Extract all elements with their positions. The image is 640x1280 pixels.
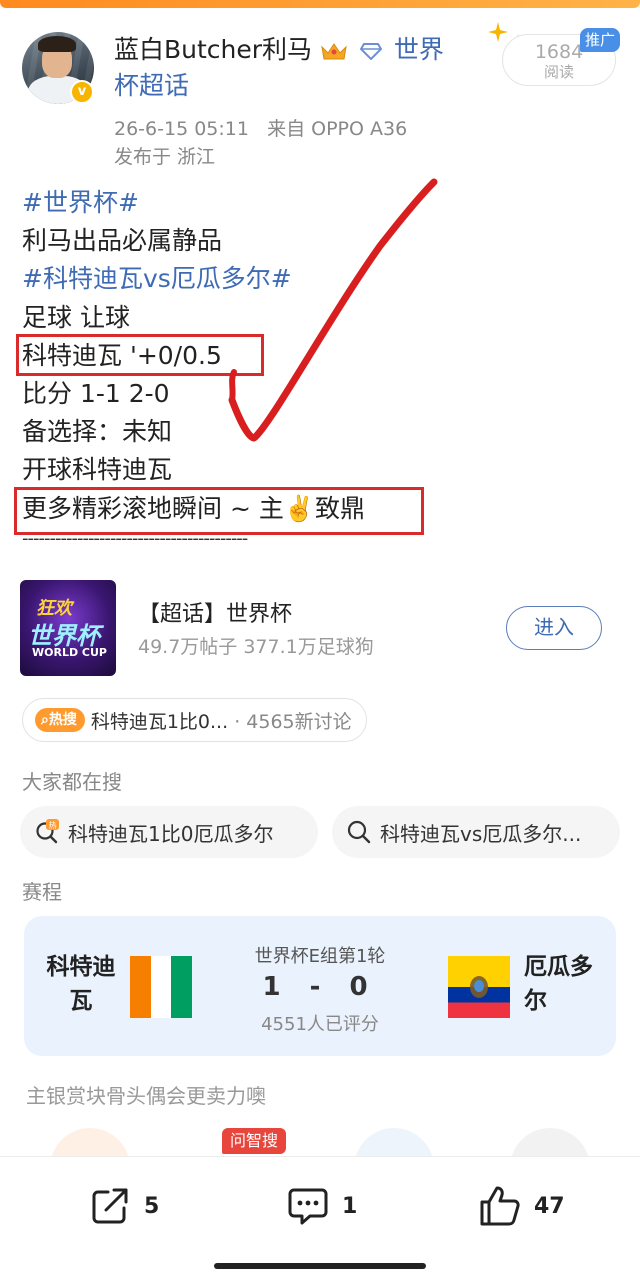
read-label: 阅读 (543, 63, 574, 81)
section-title-schedule: 赛程 (22, 880, 62, 904)
topic-thumbnail: 狂欢 世界杯 WORLD CUP (20, 580, 116, 676)
promo-badge[interactable]: 推广 (580, 28, 620, 52)
crown-icon (321, 43, 347, 60)
hot-search-icon: 热 (36, 819, 59, 844)
comment-button[interactable]: 1 (286, 1183, 357, 1229)
match-card[interactable]: 科特迪瓦 世界杯E组第1轮 1 - 0 4551人已评分 厄瓜多尔 (24, 916, 616, 1056)
highlight-box (14, 487, 424, 535)
thumb-text: WORLD CUP (32, 646, 107, 659)
top-accent-bar (0, 0, 640, 8)
wenzhi-search-tag[interactable]: 问智搜 (222, 1128, 287, 1154)
like-button[interactable]: 47 (478, 1183, 565, 1229)
match-score: 1 - 0 (262, 972, 378, 1002)
home-indicator[interactable] (214, 1263, 426, 1269)
match-round: 世界杯E组第1轮 (254, 946, 386, 967)
home-team-name: 科特迪瓦 (46, 954, 116, 1014)
svg-text:热: 热 (49, 820, 57, 830)
bottom-action-bar: 5 1 47 (0, 1156, 640, 1280)
comment-icon (288, 1188, 328, 1225)
comment-count: 1 (342, 1193, 358, 1219)
share-button[interactable]: 5 (88, 1183, 159, 1229)
hot-search-pill[interactable]: ⌕热搜 科特迪瓦1比0... · 4565新讨论 (22, 698, 367, 742)
post-meta: 26-6-15 05:11 来自 OPPO A36 (114, 114, 407, 141)
reward-prompt: 主银赏块骨头偶会更卖力噢 (26, 1084, 266, 1108)
search-icon (347, 820, 371, 844)
search-chip-label: 科特迪瓦1比0厄瓜多尔 (68, 821, 274, 846)
hot-search-title: 科特迪瓦1比0... (90, 710, 229, 733)
post-author[interactable]: 蓝白Butcher利马 世界 杯超话 (114, 32, 474, 104)
section-title-search: 大家都在搜 (22, 770, 122, 794)
post-line: 开球科特迪瓦 (22, 455, 173, 485)
hot-search-text: 科特迪瓦1比0... · 4565新讨论 (91, 707, 352, 734)
share-count: 5 (144, 1193, 160, 1219)
topic-link-cont[interactable]: 杯超话 (114, 71, 189, 100)
ecuador-flag-icon (448, 956, 510, 1018)
hot-search-badge: ⌕热搜 (35, 708, 85, 732)
search-chip[interactable]: 热 科特迪瓦1比0厄瓜多尔 (20, 806, 318, 858)
verified-icon: v (70, 80, 94, 104)
super-topic-card[interactable]: 狂欢 世界杯 WORLD CUP 【超话】世界杯 49.7万帖子 377.1万足… (20, 580, 620, 676)
search-chip[interactable]: 科特迪瓦vs厄瓜多尔... (332, 806, 620, 858)
topic-link[interactable]: 世界 (394, 35, 444, 64)
away-team-name: 厄瓜多尔 (524, 954, 593, 1014)
post-time: 26-6-15 05:11 (114, 118, 249, 140)
search-icon: ⌕ (41, 712, 49, 728)
like-count: 47 (534, 1193, 565, 1219)
match-rated-count: 4551人已评分 (261, 1014, 379, 1035)
share-icon (92, 1188, 128, 1224)
checkmark-icon (228, 178, 438, 442)
diamond-icon (359, 43, 382, 60)
hot-search-count: · 4565新讨论 (234, 710, 352, 733)
thumbs-up-icon (480, 1186, 520, 1226)
topic-stats: 49.7万帖子 377.1万足球狗 (138, 636, 374, 658)
enter-button[interactable]: 进入 (506, 606, 602, 650)
post-location: 发布于 浙江 (114, 146, 216, 168)
post-source: 来自 OPPO A36 (267, 118, 408, 140)
ivory-coast-flag-icon (130, 956, 192, 1018)
hot-tag-label: 热搜 (48, 712, 77, 728)
username[interactable]: 蓝白Butcher利马 (114, 35, 312, 64)
search-chip-label: 科特迪瓦vs厄瓜多尔... (380, 821, 582, 846)
topic-title: 【超话】世界杯 (138, 602, 293, 627)
